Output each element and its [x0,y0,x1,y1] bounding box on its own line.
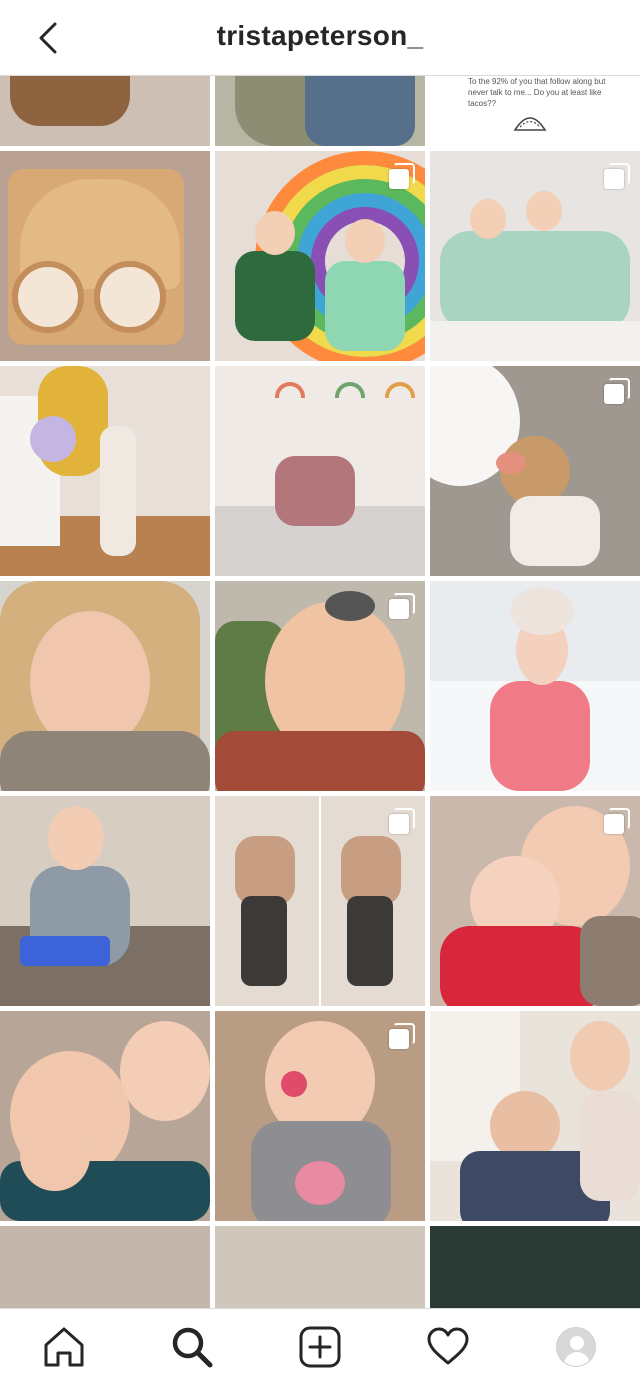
multiple-photos-icon [604,163,630,189]
photo-content [319,796,321,1006]
photo-content [30,611,150,751]
photo-content [120,1021,210,1121]
post-tile[interactable] [430,366,640,576]
photo-content [335,382,365,398]
post-tile[interactable] [0,76,210,146]
post-tile[interactable] [215,1011,425,1221]
photo-content [20,1121,90,1191]
post-tile[interactable] [430,581,640,791]
multiple-photos-icon [389,593,415,619]
photo-content [470,199,506,239]
photo-content [215,731,425,791]
multiple-photos-icon [389,163,415,189]
post-tile[interactable] [0,1011,210,1221]
post-tile[interactable] [0,366,210,576]
post-tile[interactable] [215,76,425,146]
photo-content [20,936,110,966]
nav-new-post-button[interactable] [296,1323,344,1371]
post-tile[interactable] [215,366,425,576]
photo-content [510,496,600,566]
post-tile[interactable] [0,151,210,361]
post-tile[interactable] [215,151,425,361]
post-tile[interactable] [430,1011,640,1221]
text-post-caption: To the 92% of you that follow along but … [468,77,606,108]
photo-content [10,76,130,126]
photo-content [94,261,166,333]
profile-avatar [556,1327,596,1367]
taco-icon [513,117,547,131]
photo-content [12,261,84,333]
photo-content [510,587,574,635]
photo-content [430,321,640,361]
post-tile[interactable] [0,796,210,1006]
photo-content [580,1091,640,1201]
nav-home-button[interactable] [40,1323,88,1371]
photo-content [440,926,600,1006]
photo-content [241,896,287,986]
photo-content [275,382,305,398]
top-bar: tristapeterson_ [0,0,640,76]
photo-content [275,456,355,526]
nav-search-button[interactable] [168,1323,216,1371]
multiple-photos-icon [389,1023,415,1049]
photo-content [490,681,590,791]
nav-profile-button[interactable] [552,1323,600,1371]
photo-content [526,191,562,231]
page-title: tristapeterson_ [216,20,424,51]
photo-content [30,416,76,462]
photo-content [281,1071,307,1097]
post-tile[interactable] [430,796,640,1006]
photo-content [347,896,393,986]
photo-content [295,1161,345,1205]
photo-content [100,426,136,556]
new-post-icon [299,1326,341,1368]
profile-posts-screen: tristapeterson_ To the 92% of you that f… [0,0,640,1386]
multiple-photos-icon [604,808,630,834]
photo-content [48,806,104,870]
home-icon [44,1327,84,1367]
photo-content [440,231,630,331]
text-post-tile[interactable]: To the 92% of you that follow along but … [430,76,640,146]
photo-content [0,731,210,791]
post-tile[interactable] [430,1226,640,1308]
photo-content [305,76,415,146]
photo-content [345,219,385,263]
post-tile[interactable] [215,1226,425,1308]
post-tile[interactable] [430,151,640,361]
post-tile[interactable] [0,581,210,791]
photo-content [325,591,375,621]
posts-grid-viewport[interactable]: To the 92% of you that follow along but … [0,76,640,1308]
photo-content [235,251,315,341]
photo-content [325,261,405,351]
photo-content [496,452,526,474]
search-icon [172,1327,213,1368]
post-tile[interactable] [215,796,425,1006]
multiple-photos-icon [604,378,630,404]
post-tile[interactable] [215,581,425,791]
multiple-photos-icon [389,808,415,834]
heart-icon [427,1327,469,1365]
posts-grid: To the 92% of you that follow along but … [0,76,640,1308]
photo-content [570,1021,630,1091]
photo-content [255,211,295,255]
bottom-nav [0,1308,640,1386]
photo-content [580,916,640,1006]
post-tile[interactable] [0,1226,210,1308]
nav-activity-button[interactable] [424,1323,472,1371]
photo-content [385,382,415,398]
